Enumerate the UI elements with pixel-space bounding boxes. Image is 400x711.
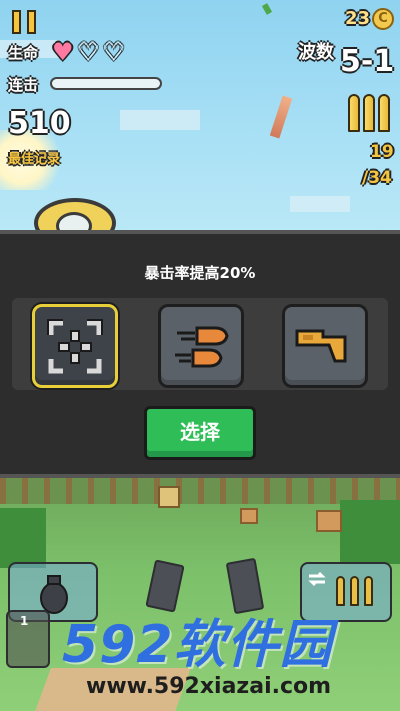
life-label: 生命 (8, 44, 39, 62)
life-hearts: ♥ ♡ ♡ (52, 40, 125, 64)
tree (340, 500, 400, 564)
heart-icon: ♥ (52, 38, 74, 66)
range-target-board (158, 486, 180, 508)
gun-stock-icon (295, 329, 347, 363)
bullet-icon (364, 576, 373, 606)
cloud (120, 110, 200, 130)
upgrade-option-bullet-speed[interactable] (158, 304, 244, 388)
best-record-label: 最佳记录 (8, 152, 61, 167)
game-top-view: 23 C 生命 ♥ ♡ ♡ 连击 510 最佳记录 波数 5-1 19 /34 (0, 0, 400, 230)
pause-icon (12, 10, 21, 34)
ammo-clip-count: 19 (370, 142, 394, 162)
tree (0, 508, 46, 568)
crate (240, 508, 258, 524)
coin-count: 23 (345, 8, 371, 29)
game-bottom-view: 1 592软件园 www.592xiazai.com (0, 478, 400, 711)
upgrade-option-gun-stock[interactable] (282, 304, 368, 388)
wave-value: 5-1 (340, 44, 395, 79)
upgrade-description: 暴击率提高20% (144, 264, 256, 282)
crosshair-icon (47, 319, 103, 374)
bullet-icon (350, 576, 359, 606)
bullet-icon (363, 94, 375, 132)
ability-count: 1 (20, 614, 29, 628)
bullet-icon (348, 94, 360, 132)
reload-icon (308, 571, 326, 587)
pause-icon (27, 10, 36, 34)
flying-target-disc (34, 198, 116, 230)
speed-bullets-icon (175, 326, 229, 368)
leaf-particle (261, 3, 273, 15)
bullet-icon (336, 576, 345, 606)
upgrade-modal: 暴击率提高20% 选择 (0, 230, 400, 478)
crate (316, 510, 342, 532)
heart-icon: ♡ (103, 38, 125, 66)
watermark-url: www.592xiazai.com (86, 674, 332, 699)
heart-icon: ♡ (77, 38, 100, 66)
combo-progress-bar (50, 77, 162, 90)
wave-label: 波数 (298, 42, 334, 63)
ammo-icons (348, 94, 390, 132)
coin-icon: C (372, 8, 394, 30)
cloud (290, 196, 350, 212)
upgrade-option-crosshair[interactable] (32, 304, 118, 388)
combo-label: 连击 (8, 76, 39, 94)
pause-button[interactable] (10, 8, 40, 36)
ammo-total-count: /34 (362, 168, 392, 188)
score-value: 510 (8, 106, 71, 141)
watermark-logo: 592软件园 (62, 615, 333, 675)
select-button[interactable]: 选择 (144, 406, 256, 460)
bullet-icon (378, 94, 390, 132)
thrown-object (269, 95, 293, 139)
